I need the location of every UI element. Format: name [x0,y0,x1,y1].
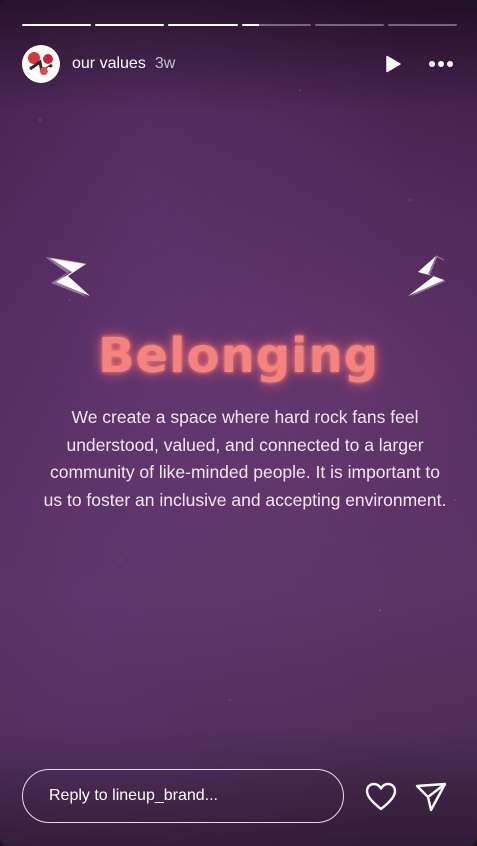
lightning-bolt-icon-right [404,252,450,305]
progress-segment-5 [314,24,384,26]
progress-fill [168,24,238,26]
story-headline: Belonging [97,328,380,384]
story-body-text: We create a space where hard rock fans f… [43,407,447,510]
more-options-button[interactable] [427,50,455,78]
lightning-bolt-icon-left [45,252,92,305]
story-username[interactable]: our values [72,55,146,73]
progress-segment-2 [95,24,165,26]
play-button[interactable] [379,50,407,78]
avatar[interactable] [22,45,60,83]
progress-fill [95,24,165,26]
send-button[interactable] [414,780,448,814]
story-viewer: our values 3w Belonging We create a spac… [0,0,477,846]
heart-icon [365,782,397,811]
progress-segment-4 [241,24,311,26]
story-header: our values 3w [22,44,455,84]
reply-placeholder: Reply to lineup_brand... [49,787,218,804]
story-progress [22,24,458,26]
more-options-icon [429,61,453,67]
progress-fill [241,24,259,26]
play-icon [386,55,401,73]
progress-segment-6 [387,24,458,26]
lineup-brand-logo-icon [23,46,59,82]
progress-segment-1 [22,24,92,26]
story-timestamp: 3w [154,55,176,72]
like-button[interactable] [364,780,398,814]
header-actions [379,50,455,78]
reply-input[interactable]: Reply to lineup_brand... [22,769,344,823]
send-icon [415,782,447,812]
progress-segment-3 [168,24,238,26]
progress-fill [22,24,92,26]
